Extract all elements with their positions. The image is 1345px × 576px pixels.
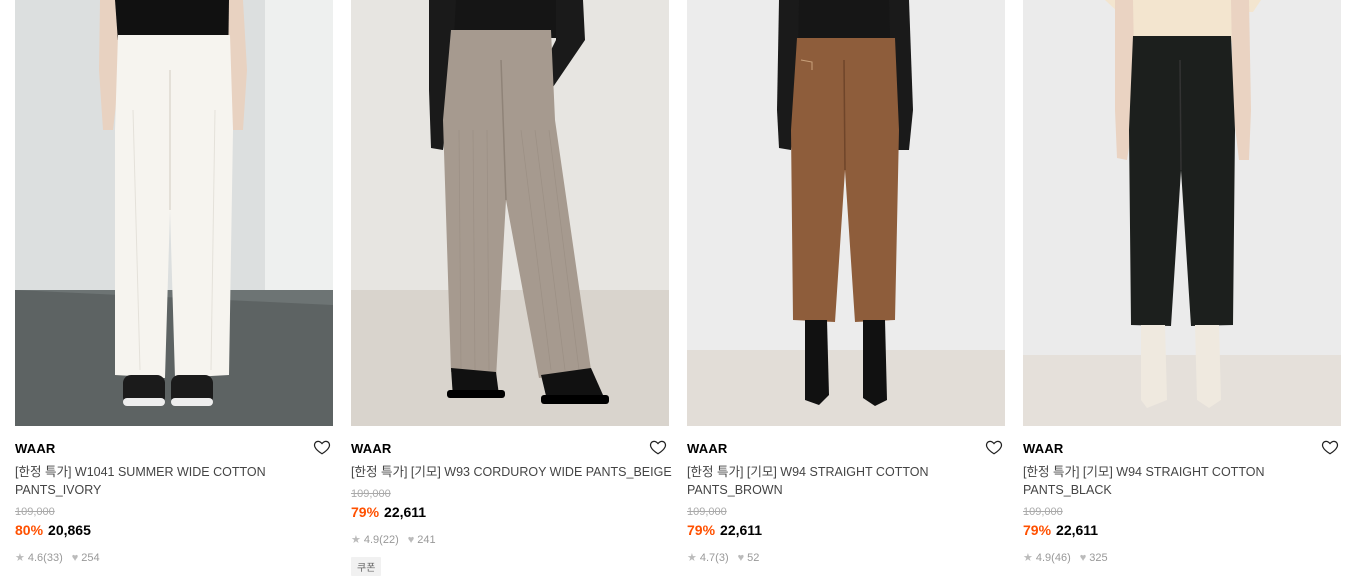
product-name[interactable]: [한정 특가] [기모] W94 STRAIGHT COTTON PANTS_B… bbox=[1023, 463, 1323, 499]
discount-rate: 80% bbox=[15, 522, 44, 538]
rating: 4.9 bbox=[363, 533, 380, 546]
review-count: (46) bbox=[1051, 551, 1071, 564]
review-count: (33) bbox=[43, 551, 63, 564]
price-row: 80% 20,865 bbox=[15, 522, 91, 538]
coupon-badge: 쿠폰 bbox=[351, 557, 382, 576]
product-card[interactable]: WAAR [한정 특가] [기모] W94 STRAIGHT COTTON PA… bbox=[1023, 0, 1341, 573]
product-name[interactable]: [한정 특가] [기모] W94 STRAIGHT COTTON PANTS_B… bbox=[687, 463, 987, 499]
product-grid: WAAR [한정 특가] W1041 SUMMER WIDE COTTON PA… bbox=[15, 0, 1345, 576]
like-count: 52 bbox=[747, 551, 760, 564]
heart-small-icon: ♥ bbox=[737, 551, 745, 564]
brand-name[interactable]: WAAR bbox=[1023, 441, 1064, 456]
original-price: 109,000 bbox=[15, 506, 55, 518]
price-row: 79% 22,611 bbox=[351, 504, 426, 520]
heart-small-icon: ♥ bbox=[1079, 551, 1087, 564]
star-icon: ★ bbox=[351, 534, 361, 546]
product-stats: ★ 4.6 (33) ♥ 254 bbox=[15, 551, 100, 565]
product-photo-brown bbox=[687, 0, 1005, 426]
star-icon: ★ bbox=[15, 552, 25, 564]
product-card[interactable]: WAAR [한정 특가] W1041 SUMMER WIDE COTTON PA… bbox=[15, 0, 333, 573]
like-count: 325 bbox=[1089, 551, 1108, 564]
discount-rate: 79% bbox=[1023, 522, 1052, 538]
discount-rate: 79% bbox=[687, 522, 716, 538]
brand-name[interactable]: WAAR bbox=[687, 441, 728, 456]
product-image[interactable] bbox=[1023, 0, 1341, 426]
heart-small-icon: ♥ bbox=[407, 533, 415, 546]
product-image[interactable] bbox=[15, 0, 333, 426]
brand-name[interactable]: WAAR bbox=[351, 441, 392, 456]
like-count: 241 bbox=[417, 533, 436, 546]
product-photo-beige bbox=[351, 0, 669, 426]
product-photo-black bbox=[1023, 0, 1341, 426]
review-count: (22) bbox=[379, 533, 399, 546]
heart-icon[interactable] bbox=[985, 438, 1003, 456]
product-name[interactable]: [한정 특가] W1041 SUMMER WIDE COTTON PANTS_I… bbox=[15, 463, 315, 499]
heart-icon[interactable] bbox=[313, 438, 331, 456]
star-icon: ★ bbox=[1023, 552, 1033, 564]
price-row: 79% 22,611 bbox=[687, 522, 762, 538]
original-price: 109,000 bbox=[1023, 506, 1063, 518]
original-price: 109,000 bbox=[687, 506, 727, 518]
rating: 4.9 bbox=[1035, 551, 1052, 564]
rating: 4.7 bbox=[699, 551, 716, 564]
product-stats: ★ 4.9 (46) ♥ 325 bbox=[1023, 551, 1108, 565]
product-stats: ★ 4.7 (3) ♥ 52 bbox=[687, 551, 760, 565]
product-card[interactable]: WAAR [한정 특가] [기모] W93 CORDUROY WIDE PANT… bbox=[351, 0, 672, 576]
product-image[interactable] bbox=[687, 0, 1005, 426]
heart-small-icon: ♥ bbox=[71, 551, 79, 564]
sale-price: 22,611 bbox=[1056, 522, 1099, 538]
review-count: (3) bbox=[715, 551, 729, 564]
star-icon: ★ bbox=[687, 552, 697, 564]
product-name[interactable]: [한정 특가] [기모] W93 CORDUROY WIDE PANTS_BEI… bbox=[351, 463, 672, 481]
product-image[interactable] bbox=[351, 0, 669, 426]
heart-icon[interactable] bbox=[649, 438, 667, 456]
rating: 4.6 bbox=[27, 551, 44, 564]
price-row: 79% 22,611 bbox=[1023, 522, 1098, 538]
brand-name[interactable]: WAAR bbox=[15, 441, 56, 456]
like-count: 254 bbox=[81, 551, 100, 564]
original-price: 109,000 bbox=[351, 488, 391, 500]
product-card[interactable]: WAAR [한정 특가] [기모] W94 STRAIGHT COTTON PA… bbox=[687, 0, 1005, 573]
heart-icon[interactable] bbox=[1321, 438, 1339, 456]
product-photo-ivory bbox=[15, 0, 333, 426]
sale-price: 20,865 bbox=[48, 522, 91, 538]
product-stats: ★ 4.9 (22) ♥ 241 bbox=[351, 533, 436, 547]
discount-rate: 79% bbox=[351, 504, 380, 520]
sale-price: 22,611 bbox=[720, 522, 763, 538]
sale-price: 22,611 bbox=[384, 504, 427, 520]
